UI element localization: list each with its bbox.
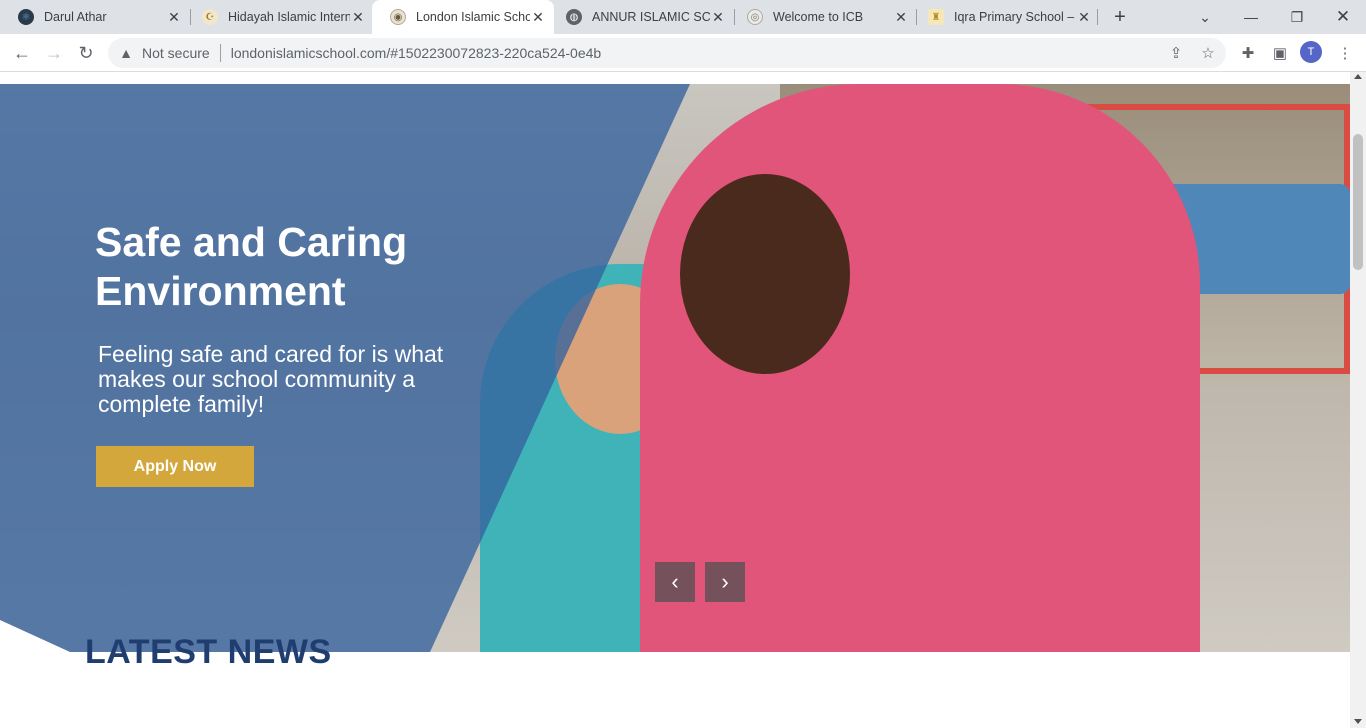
hero-subheading: Feeling safe and cared for is what makes… <box>98 341 444 417</box>
close-icon[interactable]: ✕ <box>710 9 726 25</box>
close-icon[interactable]: ✕ <box>530 9 546 25</box>
profile-avatar[interactable]: T <box>1300 41 1322 63</box>
tab-annur[interactable]: ◍ ANNUR ISLAMIC SCH ✕ <box>548 0 734 34</box>
back-arrow-icon[interactable]: ← <box>8 39 36 67</box>
omnibox-divider <box>219 44 221 62</box>
scrollbar-thumb[interactable] <box>1353 134 1363 270</box>
menu-dots-icon[interactable]: ⋮ <box>1331 39 1359 67</box>
globe-icon: ◍ <box>566 9 582 25</box>
minimize-icon[interactable]: — <box>1228 0 1274 34</box>
tab-strip: ⚛ Darul Athar ✕ ☪ Hidayah Islamic Intern… <box>0 0 1366 34</box>
chevron-right-icon: › <box>721 569 729 594</box>
tab-hidayah[interactable]: ☪ Hidayah Islamic Intern ✕ <box>184 0 374 34</box>
extensions-puzzle-icon[interactable]: ✚ <box>1234 39 1262 67</box>
forward-arrow-icon[interactable]: → <box>40 39 68 67</box>
tab-title: London Islamic Schoo <box>416 10 530 24</box>
child-face <box>680 174 850 374</box>
restore-icon[interactable]: ❐ <box>1274 0 1320 34</box>
school-crest-icon: ◉ <box>390 9 406 25</box>
hidayah-logo-icon: ☪ <box>202 9 218 25</box>
close-window-icon[interactable]: ✕ <box>1320 0 1366 34</box>
tab-title: Darul Athar <box>44 10 107 24</box>
scroll-down-arrow-icon[interactable] <box>1354 719 1362 724</box>
new-tab-button[interactable]: + <box>1108 5 1132 29</box>
slider-next-button[interactable]: › <box>705 562 745 602</box>
tab-london-islamic-school[interactable]: ◉ London Islamic Schoo ✕ <box>372 0 554 34</box>
side-panel-icon[interactable]: ▣ <box>1266 39 1294 67</box>
close-icon[interactable]: ✕ <box>166 9 182 25</box>
close-icon[interactable]: ✕ <box>350 9 366 25</box>
page-scrollbar[interactable] <box>1350 72 1366 728</box>
warning-triangle-icon[interactable]: ▲ <box>118 45 134 61</box>
tab-title: ANNUR ISLAMIC SCH <box>592 10 710 24</box>
tab-title: Iqra Primary School – <box>954 10 1075 24</box>
browser-toolbar: ← → ↻ ▲ Not secure londonislamicschool.c… <box>0 34 1366 72</box>
reload-icon[interactable]: ↻ <box>72 39 100 67</box>
hero-slider: Safe and Caring Environment Feeling safe… <box>0 84 1350 652</box>
security-label[interactable]: Not secure <box>142 45 210 61</box>
atom-icon: ⚛ <box>18 9 34 25</box>
tab-title: Welcome to ICB <box>773 10 864 24</box>
hero-heading: Safe and Caring Environment <box>95 219 408 314</box>
slider-prev-button[interactable]: ‹ <box>655 562 695 602</box>
close-icon[interactable]: ✕ <box>893 9 909 25</box>
tab-iqra[interactable]: ♜ Iqra Primary School – ✕ <box>910 0 1100 34</box>
tab-title: Hidayah Islamic Intern <box>228 10 350 24</box>
latest-news-heading: LATEST NEWS <box>85 633 332 671</box>
scroll-up-arrow-icon[interactable] <box>1354 74 1362 79</box>
chevron-left-icon: ‹ <box>671 569 679 594</box>
url-text[interactable]: londonislamicschool.com/#1502230072823-2… <box>231 45 602 61</box>
tab-search-chevron-icon[interactable]: ⌄ <box>1182 0 1228 34</box>
iqra-logo-icon: ♜ <box>928 9 944 25</box>
share-icon[interactable]: ⇪ <box>1162 39 1190 67</box>
icb-crest-icon: ◎ <box>747 9 763 25</box>
page-viewport: Safe and Caring Environment Feeling safe… <box>0 72 1350 728</box>
tab-separator <box>1097 9 1098 25</box>
address-bar[interactable]: ▲ Not secure londonislamicschool.com/#15… <box>108 38 1226 68</box>
apply-now-button[interactable]: Apply Now <box>96 446 254 487</box>
tab-icb[interactable]: ◎ Welcome to ICB ✕ <box>729 0 917 34</box>
tab-darul-athar[interactable]: ⚛ Darul Athar ✕ <box>0 0 190 34</box>
bookmark-star-icon[interactable]: ☆ <box>1194 39 1222 67</box>
close-icon[interactable]: ✕ <box>1076 9 1092 25</box>
